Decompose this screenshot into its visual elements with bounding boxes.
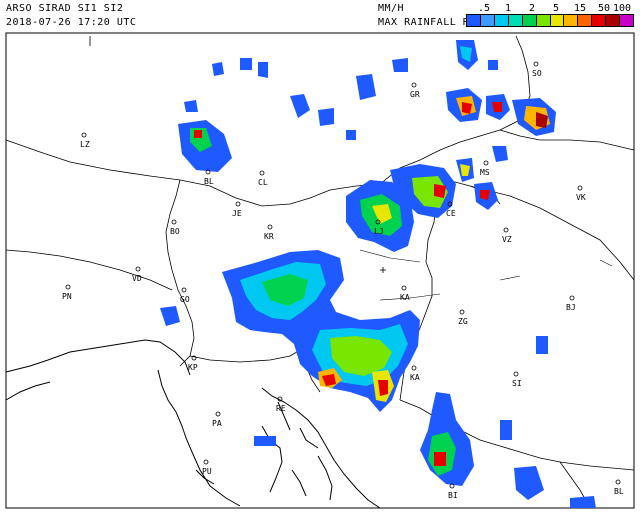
city-label: BL — [204, 177, 214, 186]
legend-tick-label: 15 — [573, 3, 587, 14]
legend-tick-label: 50 — [597, 3, 611, 14]
city-label: LZ — [80, 140, 90, 149]
city-label: ZG — [458, 317, 468, 326]
city-label: GR — [410, 90, 420, 99]
city-label: SI — [512, 379, 522, 388]
city-label: BO — [170, 227, 180, 236]
legend-units: MM/H — [378, 3, 405, 14]
legend-tick-label: 2 — [528, 3, 536, 14]
city-label: BL — [614, 487, 624, 496]
city-label: VZ — [502, 235, 512, 244]
city-label: MS — [480, 168, 490, 177]
city-label: LJ — [374, 227, 384, 236]
legend-tick-label: 100 — [612, 3, 632, 14]
legend-swatch — [620, 15, 634, 26]
city-label: KP — [188, 363, 198, 372]
legend-swatch — [550, 15, 565, 26]
city-label: GO — [180, 295, 190, 304]
city-label: BJ — [566, 303, 576, 312]
city-label: KR — [264, 232, 274, 241]
city-label: KA — [400, 293, 410, 302]
city-label: VD — [132, 274, 142, 283]
city-label: VK — [576, 193, 586, 202]
legend-swatch — [564, 15, 579, 26]
city-label: JE — [232, 209, 242, 218]
legend-swatch — [467, 15, 481, 26]
product-title: ARSO SIRAD SI1 SI2 — [6, 3, 124, 14]
city-label: SO — [532, 69, 542, 78]
city-label: PN — [62, 292, 72, 301]
city-label: CE — [446, 209, 456, 218]
color-legend — [466, 14, 634, 27]
legend-swatch — [522, 15, 537, 26]
legend-swatch — [578, 15, 593, 26]
legend-tick-label: .5 — [477, 3, 491, 14]
city-label: PU — [202, 467, 212, 476]
legend-swatch — [508, 15, 523, 26]
legend-tick-label: 1 — [504, 3, 512, 14]
legend-swatch — [494, 15, 509, 26]
map-canvas: LZ GR SO BL CL JE MS VK BO KR LJ CE VZ V… — [0, 0, 640, 514]
city-label: RE — [276, 404, 286, 413]
city-label: PA — [212, 419, 222, 428]
legend-swatch — [536, 15, 551, 26]
city-label: KA — [410, 373, 420, 382]
legend-tick-label: 5 — [552, 3, 560, 14]
legend-swatch — [592, 15, 607, 26]
legend-swatch — [606, 15, 621, 26]
city-label: CL — [258, 178, 268, 187]
radar-map: LZ GR SO BL CL JE MS VK BO KR LJ CE VZ V… — [0, 0, 640, 514]
city-label: BI — [448, 491, 458, 500]
legend-swatch — [480, 15, 495, 26]
timestamp: 2018-07-26 17:20 UTC — [6, 17, 137, 28]
